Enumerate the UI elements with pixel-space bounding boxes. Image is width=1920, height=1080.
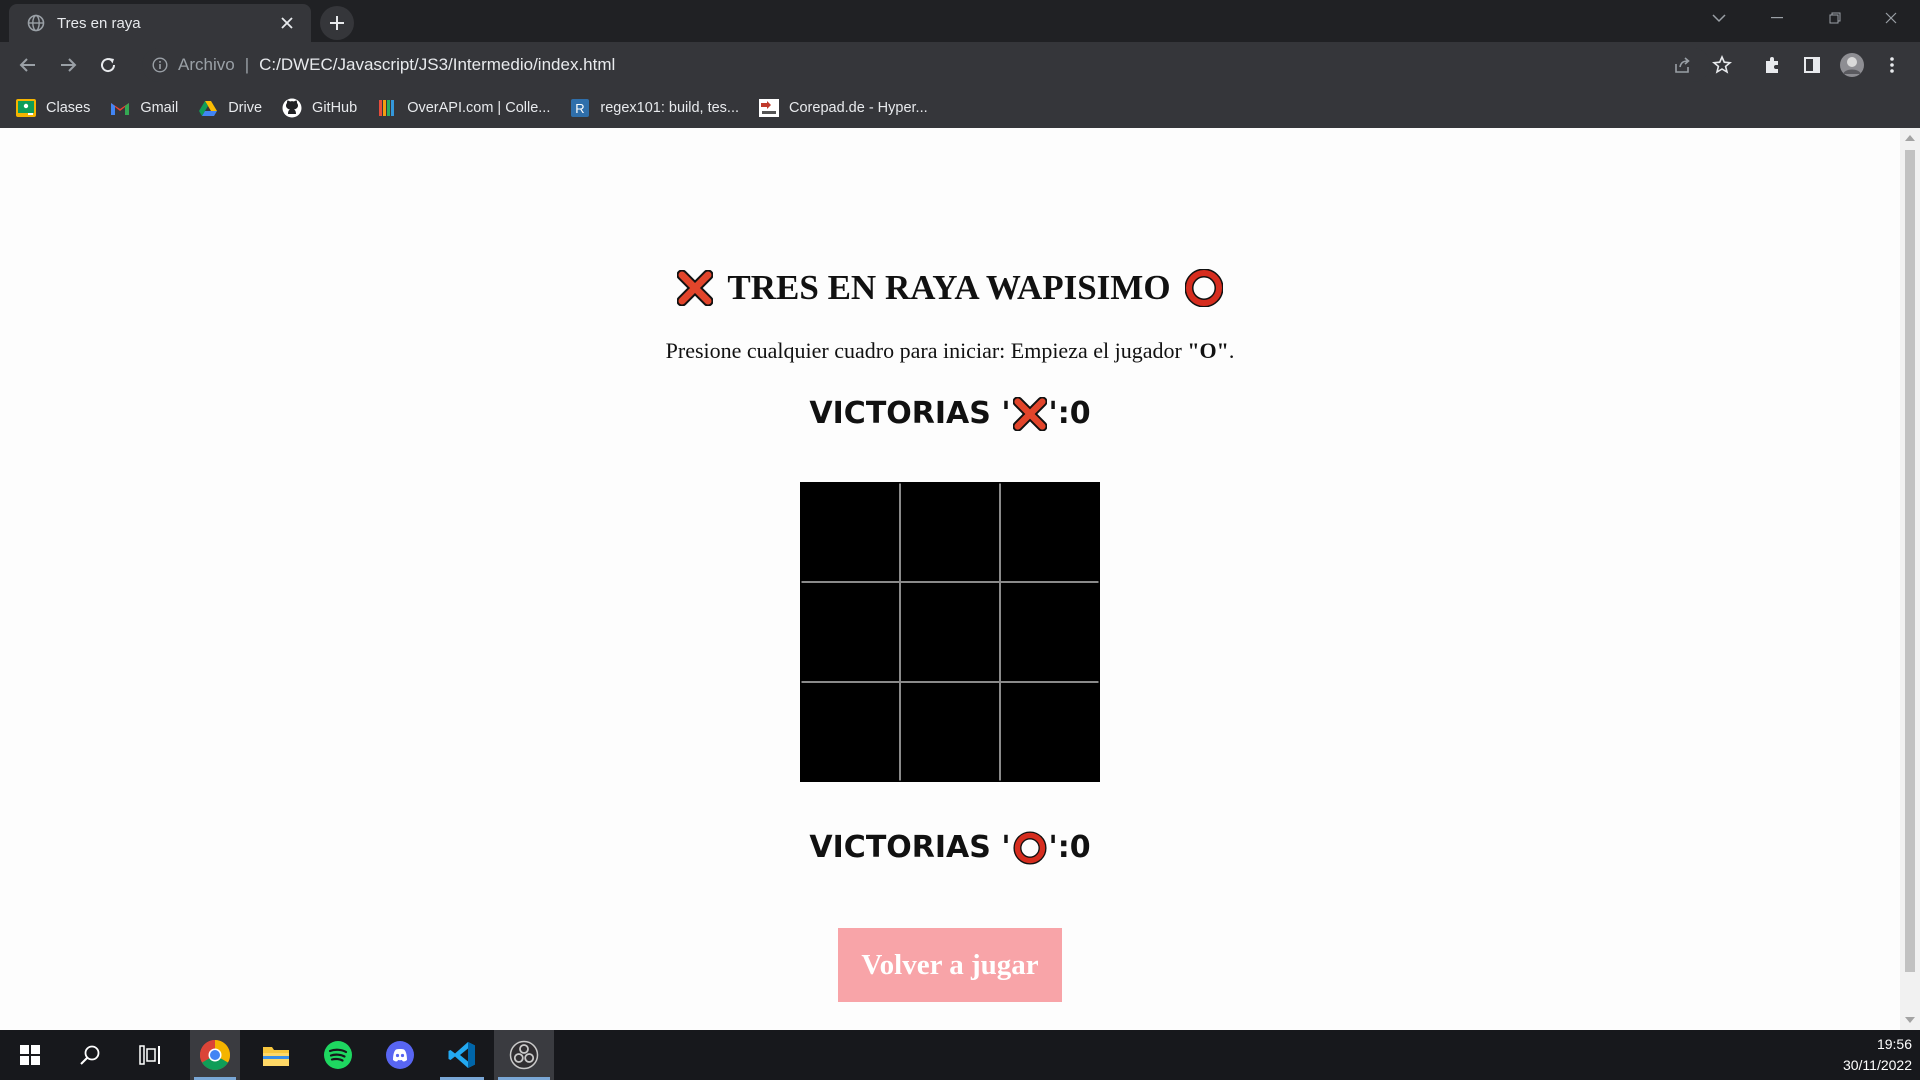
tab-title: Tres en raya [57,14,141,32]
o-mark-icon [1012,830,1047,865]
svg-text:R: R [576,101,585,116]
board-cell[interactable] [999,582,1099,682]
bookmark-regex101[interactable]: R regex101: build, tes... [570,98,739,118]
clock-time: 19:56 [1876,1036,1912,1052]
o-mark-icon [1184,269,1223,307]
bookmark-label: regex101: build, tes... [600,100,740,116]
search-icon[interactable] [64,1030,116,1080]
task-view-icon[interactable] [124,1030,176,1080]
wins-label-end: ': [1048,396,1070,431]
discord-icon[interactable] [374,1030,426,1080]
bookmark-corepad[interactable]: Corepad.de - Hyper... [759,98,928,118]
url-separator: | [244,55,250,74]
board-cell[interactable] [900,582,1000,682]
reload-icon[interactable] [92,49,124,81]
extensions-icon[interactable] [1756,49,1788,81]
x-mark-icon [1012,396,1047,431]
windows-start-icon[interactable] [4,1030,56,1080]
new-tab-button[interactable] [320,6,354,40]
x-mark-icon [677,270,714,306]
bookmark-overapi[interactable]: OverAPI.com | Colle... [377,98,550,118]
scroll-down-arrow-icon[interactable] [1905,1017,1915,1023]
chrome-icon[interactable] [190,1030,240,1080]
close-tab-icon[interactable] [275,11,299,35]
bookmark-github[interactable]: GitHub [282,98,357,118]
bookmark-label: Drive [228,100,263,116]
bookmark-gmail[interactable]: Gmail [110,98,178,118]
bookmark-drive[interactable]: Drive [198,98,262,118]
url-scheme-label: Archivo [178,55,235,74]
starting-player: "O" [1187,338,1229,363]
board-cell[interactable] [801,582,901,682]
side-panel-icon[interactable] [1796,49,1828,81]
classroom-icon [16,98,36,118]
wins-label: VICTORIAS ' [809,396,1011,431]
board-cell[interactable] [900,483,1000,583]
web-page: TRES EN RAYA WAPISIMO Presione cualquier… [0,128,1900,1030]
wins-label: VICTORIAS ' [809,830,1011,865]
wins-x-count: 0 [1069,396,1091,431]
browser-toolbar: Archivo | C:/DWEC/Javascript/JS3/Interme… [0,42,1920,88]
vscode-icon[interactable] [436,1030,488,1080]
bookmark-clases[interactable]: Clases [16,98,90,118]
board-cell[interactable] [999,483,1099,583]
site-info-icon[interactable] [148,53,172,77]
corepad-icon [759,98,780,118]
regex101-icon: R [570,98,590,118]
obs-icon[interactable] [494,1030,554,1080]
spotify-icon[interactable] [312,1030,364,1080]
wins-x-counter: VICTORIAS ' ': 0 [0,396,1900,431]
page-title: TRES EN RAYA WAPISIMO [0,268,1900,308]
address-bar[interactable]: Archivo | C:/DWEC/Javascript/JS3/Interme… [142,48,1710,82]
menu-kebab-icon[interactable] [1876,49,1908,81]
bookmark-label: Corepad.de - Hyper... [789,100,928,116]
board-cell[interactable] [801,681,901,781]
windows-taskbar: 19:56 30/11/2022 [0,1030,1920,1080]
file-explorer-icon[interactable] [250,1030,302,1080]
instruction-end: . [1228,338,1235,363]
bookmark-label: OverAPI.com | Colle... [407,100,551,116]
github-icon [282,98,302,118]
wins-o-count: 0 [1069,830,1091,865]
page-scrollbar[interactable] [1900,128,1920,1030]
back-icon[interactable] [12,49,44,81]
gmail-icon [110,98,130,118]
bookmarks-bar: Clases Gmail Drive GitHub OverAPI.com | … [0,88,1920,128]
scroll-up-arrow-icon[interactable] [1905,135,1915,141]
bookmark-star-icon[interactable] [1706,49,1738,81]
url-text[interactable]: C:/DWEC/Javascript/JS3/Intermedio/index.… [259,55,615,75]
board-cell[interactable] [900,681,1000,781]
wins-label-end: ': [1048,830,1070,865]
wins-o-counter: VICTORIAS ' ': 0 [0,830,1900,865]
bookmark-label: Gmail [140,100,179,116]
close-window-icon[interactable] [1862,0,1920,36]
forward-icon[interactable] [52,49,84,81]
board-cell[interactable] [999,681,1099,781]
game-board [800,482,1100,782]
bookmark-label: Clases [46,100,91,116]
profile-avatar[interactable] [1836,49,1868,81]
globe-icon [27,14,45,32]
scrollbar-thumb[interactable] [1905,150,1915,972]
instruction-text: Presione cualquier cuadro para iniciar: … [665,338,1188,363]
replay-button[interactable]: Volver a jugar [838,928,1062,1002]
overapi-icon [377,98,397,118]
browser-tab-strip: Tres en raya [0,0,1920,42]
instructions: Presione cualquier cuadro para iniciar: … [0,338,1900,364]
browser-tab[interactable]: Tres en raya [9,4,311,42]
drive-icon [198,98,218,118]
clock-date: 30/11/2022 [1842,1057,1912,1073]
system-clock[interactable]: 19:56 30/11/2022 [1843,1034,1912,1076]
board-cell[interactable] [801,483,901,583]
game-title: TRES EN RAYA WAPISIMO [727,268,1171,307]
tab-search-icon[interactable] [1690,0,1748,36]
minimize-icon[interactable] [1748,0,1806,36]
bookmark-label: GitHub [312,100,358,116]
restore-icon[interactable] [1806,0,1864,36]
share-icon[interactable] [1666,49,1698,81]
